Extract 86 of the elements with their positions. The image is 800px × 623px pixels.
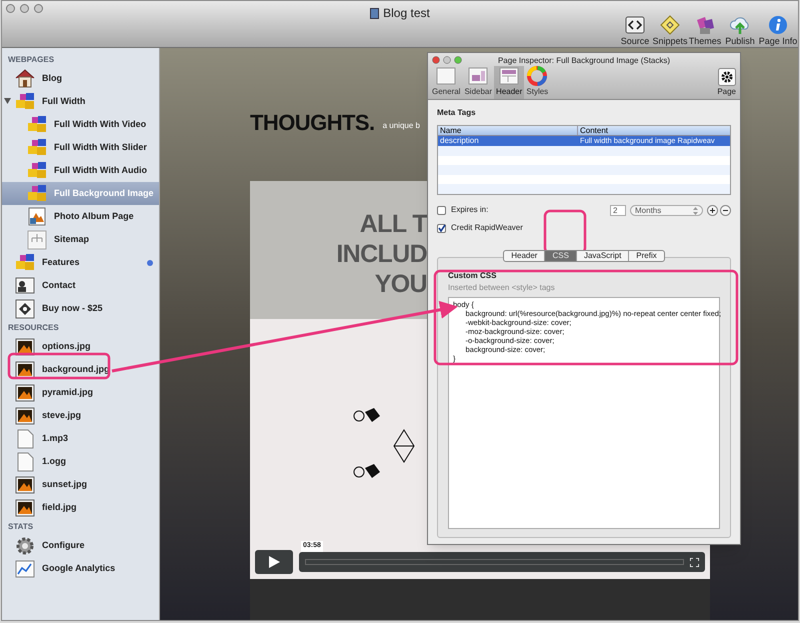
checkbox[interactable] — [437, 224, 446, 232]
sidebar-item[interactable]: 1.mp3 — [2, 427, 159, 450]
toolbar-button[interactable]: Themes — [690, 15, 720, 46]
toolbar-button[interactable]: Snippets — [655, 15, 685, 46]
sidebar-item[interactable]: background.jpg — [2, 358, 159, 381]
checkbox-label: Expires in: — [451, 204, 488, 216]
section-header: RESOURCES — [7, 322, 60, 334]
sidebar-item[interactable]: options.jpg — [2, 335, 159, 358]
info-icon — [767, 15, 789, 35]
gear-icon — [718, 68, 736, 86]
diamond-icon — [659, 15, 681, 35]
sidebar-item[interactable]: Sitemap — [2, 228, 159, 251]
segmented-tab[interactable]: Prefix — [628, 251, 664, 261]
sidebar-item[interactable]: field.jpg — [2, 496, 159, 519]
checkbox-label: Credit RapidWeaver — [451, 222, 523, 234]
sidebar-item[interactable]: Configure — [2, 534, 159, 557]
section-heading: Meta Tags — [437, 107, 477, 119]
number-field[interactable]: 2 — [610, 204, 626, 216]
sidebar-item[interactable]: sunset.jpg — [2, 473, 159, 496]
layout-icon — [498, 66, 520, 86]
inspector-tab[interactable]: Sidebar — [462, 66, 494, 99]
hint-text: Inserted between <style> tags — [448, 282, 556, 294]
inspector-title: Page Inspector: Full Background Image (Stacks) — [496, 55, 672, 67]
site-tagline: a unique b — [382, 120, 420, 132]
layout-icon — [467, 66, 490, 86]
checkmark-icon — [438, 224, 446, 232]
sidebar-item[interactable]: 1.ogg — [2, 450, 159, 473]
sidebar-item[interactable]: Full Width With Slider — [2, 136, 159, 159]
sidebar-item[interactable]: Photo Album Page — [2, 205, 159, 228]
image-file-icon — [14, 496, 36, 518]
disclosure-triangle-icon[interactable] — [4, 98, 11, 104]
gear-icon — [14, 534, 36, 556]
headline-text: ALL T — [360, 209, 427, 239]
minus-icon[interactable] — [720, 204, 731, 216]
tag-icon — [14, 298, 36, 320]
plus-icon[interactable] — [707, 204, 718, 216]
paint-swatch-icon — [694, 15, 716, 35]
fullscreen-icon[interactable] — [690, 558, 699, 566]
sidebar-item[interactable]: Features — [2, 251, 159, 274]
sidebar-item[interactable]: Contact — [2, 274, 159, 297]
image-file-icon — [14, 404, 36, 426]
section-header: STATS — [7, 521, 34, 533]
toolbar-button[interactable]: Page Info — [760, 15, 796, 46]
section-header: WEBPAGES — [7, 54, 56, 66]
sidebar-item[interactable]: Full Width With Video — [2, 113, 159, 136]
sidebar-item[interactable]: steve.jpg — [2, 404, 159, 427]
image-file-icon — [14, 474, 36, 496]
photo-album-icon — [26, 206, 48, 228]
sitemap-icon — [26, 228, 48, 250]
headline-text: YOU — [374, 269, 427, 299]
stepper-arrows-icon — [693, 206, 698, 214]
code-icon — [624, 15, 646, 35]
site-title: THOUGHTS. — [250, 112, 375, 134]
segmented-tab[interactable]: Header — [504, 251, 544, 261]
contact-card-icon — [14, 274, 36, 296]
toolbar-button[interactable]: Publish — [725, 15, 755, 46]
page-button[interactable]: Page — [717, 68, 736, 96]
window-title: Blog test — [383, 5, 430, 22]
sidebar-item[interactable]: Buy now - $25 — [2, 297, 159, 320]
line-chart-icon — [14, 558, 36, 580]
column-header[interactable]: Content — [578, 126, 730, 135]
sidebar-item[interactable]: Full Width With Audio — [2, 159, 159, 182]
inspector-tab[interactable]: Styles — [524, 66, 550, 99]
column-header[interactable]: Name — [438, 126, 578, 135]
checkbox[interactable] — [437, 206, 446, 214]
page-icon — [435, 66, 458, 86]
section-heading: Custom CSS — [448, 270, 498, 282]
image-file-icon — [14, 382, 36, 404]
inspector-tab[interactable]: Header — [494, 66, 524, 99]
house-icon — [14, 68, 36, 90]
sidebar-item[interactable]: Google Analytics — [2, 557, 159, 580]
sidebar-item[interactable]: Blog — [2, 67, 159, 90]
color-wheel-icon — [526, 66, 548, 86]
segmented-tab[interactable]: JavaScript — [576, 251, 628, 261]
unit-dropdown[interactable]: Months — [630, 204, 703, 216]
inspector-tab[interactable]: General — [430, 66, 462, 99]
sidebar-item[interactable]: Full Width — [2, 90, 159, 113]
document-icon — [370, 8, 380, 18]
sidebar-item[interactable]: pyramid.jpg — [2, 381, 159, 404]
headline-text: INCLUD — [336, 239, 427, 269]
table-cell-text: description — [439, 136, 480, 146]
play-button[interactable] — [255, 550, 293, 574]
cloud-upload-icon — [729, 15, 751, 35]
play-icon — [268, 556, 280, 568]
segmented-tab[interactable]: CSS — [544, 251, 576, 261]
toolbar-button[interactable]: Source — [620, 15, 650, 46]
